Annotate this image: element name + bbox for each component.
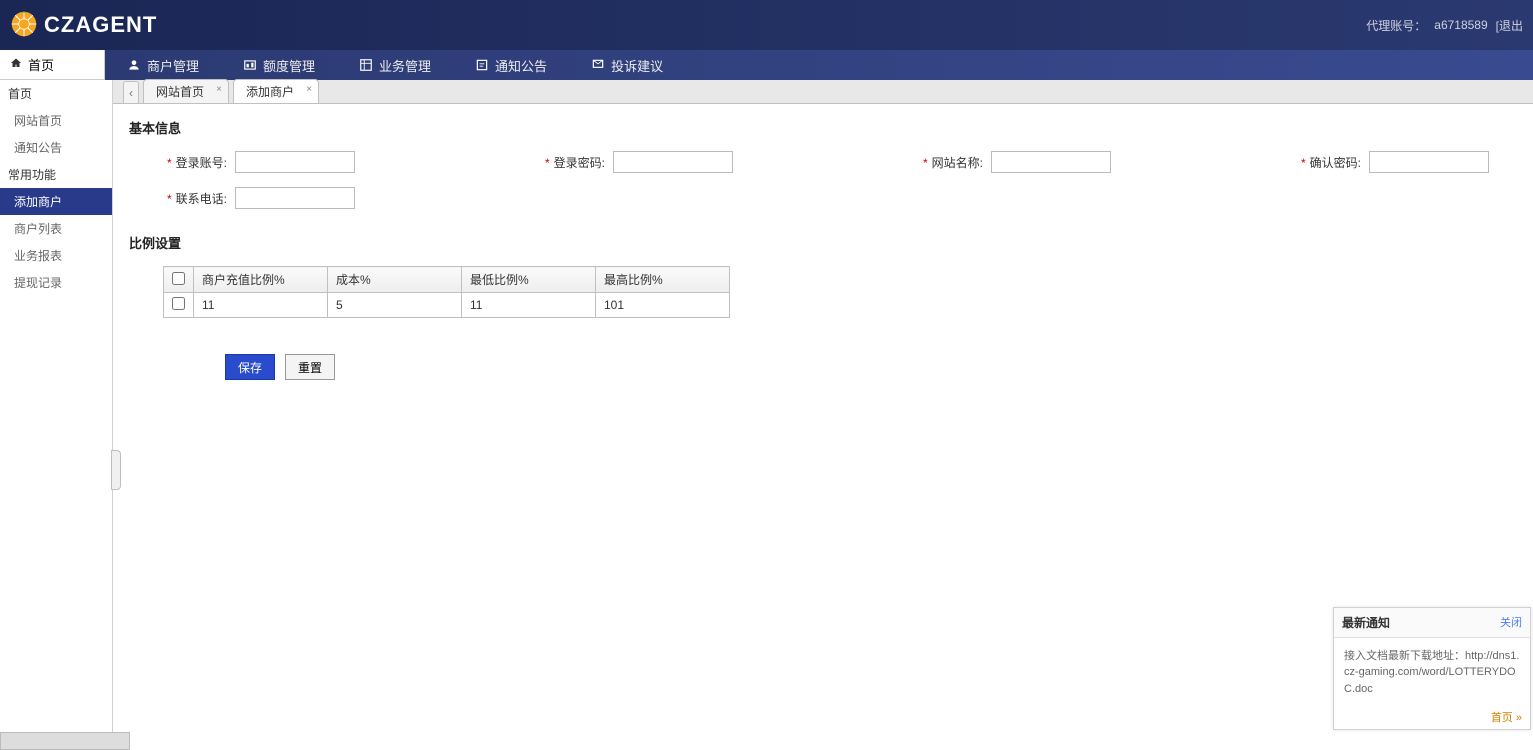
logo-icon <box>10 10 38 41</box>
basic-info-form: *登录账号: *登录密码: *网站名称: *确认密码: *联系电话: <box>129 151 1517 209</box>
login-password-label: 登录密码: <box>554 156 605 170</box>
cell-recharge-ratio: 11 <box>194 293 328 318</box>
brand-text: CZAGENT <box>44 12 157 38</box>
section-ratio-title: 比例设置 <box>129 233 1517 252</box>
quota-icon <box>243 58 257 72</box>
field-login-password: *登录密码: <box>535 151 733 173</box>
confirm-password-input[interactable] <box>1369 151 1489 173</box>
cell-min-ratio: 11 <box>462 293 596 318</box>
topnav-merchant-label: 商户管理 <box>147 56 199 75</box>
login-account-label: 登录账号: <box>176 156 227 170</box>
field-login-account: *登录账号: <box>157 151 355 173</box>
topnav-notice-label: 通知公告 <box>495 56 547 75</box>
login-account-input[interactable] <box>235 151 355 173</box>
header-right: 代理账号： a6718589 [退出 <box>1366 17 1523 34</box>
sidebar-group-home[interactable]: 首页 <box>0 80 112 107</box>
topnav-business[interactable]: 业务管理 <box>337 50 453 80</box>
tabs-bar: ‹ 网站首页 × 添加商户 × <box>113 80 1533 104</box>
notification-header: 最新通知 关闭 <box>1334 608 1530 638</box>
table-header-recharge-ratio: 商户充值比例% <box>194 267 328 293</box>
table-header-cost: 成本% <box>328 267 462 293</box>
topnav-quota[interactable]: 额度管理 <box>221 50 337 80</box>
feedback-icon <box>591 58 605 72</box>
notice-icon <box>475 58 489 72</box>
tab-site-home[interactable]: 网站首页 × <box>143 79 229 103</box>
topnav-quota-label: 额度管理 <box>263 56 315 75</box>
sidebar-item-merchant-list[interactable]: 商户列表 <box>0 215 112 242</box>
topnav-business-label: 业务管理 <box>379 56 431 75</box>
site-name-input[interactable] <box>991 151 1111 173</box>
agent-value: a6718589 <box>1434 18 1487 32</box>
ratio-table: 商户充值比例% 成本% 最低比例% 最高比例% 11 5 11 101 <box>163 266 730 318</box>
business-icon <box>359 58 373 72</box>
form-buttons: 保存 重置 <box>225 354 1517 380</box>
cell-cost: 5 <box>328 293 462 318</box>
reset-button[interactable]: 重置 <box>285 354 335 380</box>
table-row[interactable]: 11 5 11 101 <box>164 293 730 318</box>
sidebar: 首页 网站首页 通知公告 常用功能 添加商户 商户列表 业务报表 提现记录 <box>0 80 113 750</box>
notification-more-link[interactable]: 首页 » <box>1491 712 1522 724</box>
topnav-notice[interactable]: 通知公告 <box>453 50 569 80</box>
home-icon <box>10 57 22 72</box>
topnav-merchant[interactable]: 商户管理 <box>105 50 221 80</box>
table-header-max-ratio: 最高比例% <box>596 267 730 293</box>
tab-label: 添加商户 <box>246 85 294 99</box>
phone-input[interactable] <box>235 187 355 209</box>
sidebar-item-site-home[interactable]: 网站首页 <box>0 107 112 134</box>
phone-label: 联系电话: <box>176 192 227 206</box>
field-phone: *联系电话: <box>157 187 355 209</box>
tab-label: 网站首页 <box>156 85 204 99</box>
field-confirm-password: *确认密码: <box>1291 151 1489 173</box>
topnav-feedback[interactable]: 投诉建议 <box>569 50 685 80</box>
topnav-feedback-label: 投诉建议 <box>611 56 663 75</box>
row-checkbox[interactable] <box>172 297 185 310</box>
notification-body: 接入文档最新下载地址：http://dns1.cz-gaming.com/wor… <box>1334 638 1530 708</box>
tabs-scroll-left[interactable]: ‹ <box>123 81 139 103</box>
notification-footer: 首页 » <box>1334 707 1530 729</box>
cell-max-ratio: 101 <box>596 293 730 318</box>
notification-title: 最新通知 <box>1342 614 1390 631</box>
save-button[interactable]: 保存 <box>225 354 275 380</box>
agent-label: 代理账号： <box>1366 17 1426 34</box>
sidebar-item-withdraw-record[interactable]: 提现记录 <box>0 269 112 296</box>
tab-add-merchant[interactable]: 添加商户 × <box>233 79 319 103</box>
header-checkbox[interactable] <box>172 272 185 285</box>
sidebar-item-business-report[interactable]: 业务报表 <box>0 242 112 269</box>
content-area: 基本信息 *登录账号: *登录密码: *网站名称: *确认密码: <box>113 104 1533 750</box>
notification-panel: 最新通知 关闭 接入文档最新下载地址：http://dns1.cz-gaming… <box>1333 607 1531 731</box>
section-basic-info-title: 基本信息 <box>129 118 1517 137</box>
notification-close[interactable]: 关闭 <box>1500 614 1522 631</box>
status-bar <box>0 732 130 750</box>
table-header-check <box>164 267 194 293</box>
user-icon <box>127 58 141 72</box>
topnav-home[interactable]: 首页 <box>0 50 105 80</box>
sidebar-item-add-merchant[interactable]: 添加商户 <box>0 188 112 215</box>
topnav-home-label: 首页 <box>28 55 54 74</box>
field-site-name: *网站名称: <box>913 151 1111 173</box>
tab-close-icon[interactable]: × <box>216 84 222 95</box>
tab-close-icon[interactable]: × <box>306 84 312 95</box>
login-password-input[interactable] <box>613 151 733 173</box>
sidebar-group-common[interactable]: 常用功能 <box>0 161 112 188</box>
logout-link[interactable]: [退出 <box>1496 17 1523 34</box>
table-header-min-ratio: 最低比例% <box>462 267 596 293</box>
top-nav: 首页 商户管理 额度管理 业务管理 通知公告 投诉建议 <box>0 50 1533 80</box>
confirm-password-label: 确认密码: <box>1310 156 1361 170</box>
site-name-label: 网站名称: <box>932 156 983 170</box>
logo: CZAGENT <box>10 10 157 41</box>
app-header: CZAGENT 代理账号： a6718589 [退出 <box>0 0 1533 50</box>
sidebar-item-notice[interactable]: 通知公告 <box>0 134 112 161</box>
